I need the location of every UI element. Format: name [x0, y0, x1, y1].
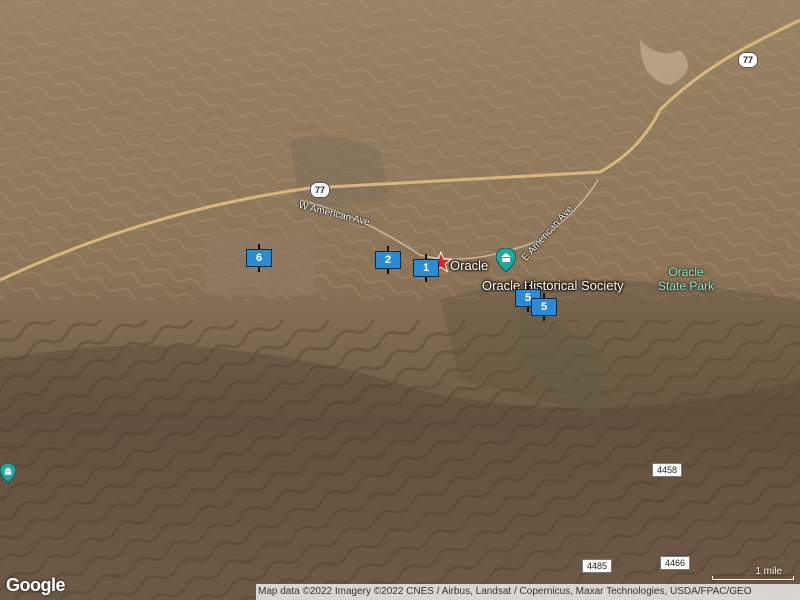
- route-4466-shield: 4466: [660, 556, 691, 570]
- highway-77-shield: 77: [310, 182, 330, 198]
- scale-bar-line: [712, 576, 794, 580]
- map-marker-1[interactable]: 1: [413, 254, 439, 282]
- map-marker-2[interactable]: 2: [375, 246, 401, 274]
- scale-bar[interactable]: 1 mile: [712, 566, 794, 582]
- park-label-line-2: State Park: [658, 279, 715, 293]
- map-marker-5b[interactable]: 5: [531, 293, 557, 321]
- marker-label: 1: [413, 259, 439, 277]
- google-logo: Google: [6, 575, 66, 595]
- marker-label: 6: [246, 249, 272, 267]
- highway-77-shield: 77: [738, 52, 758, 68]
- map-attribution: Map data ©2022 Imagery ©2022 CNES / Airb…: [256, 584, 800, 600]
- map-marker-6[interactable]: 6: [246, 244, 272, 272]
- museum-pin-icon[interactable]: [0, 461, 17, 490]
- route-4458-shield: 4458: [652, 463, 683, 477]
- route-4485-shield: 4485: [582, 559, 613, 573]
- museum-pin-icon[interactable]: [495, 247, 517, 277]
- marker-label: 2: [375, 251, 401, 269]
- marker-label: 5: [531, 298, 557, 316]
- park-label-line-1: Oracle: [668, 265, 704, 279]
- place-label-oracle: Oracle: [450, 258, 489, 273]
- map-canvas[interactable]: 77 77 W American Ave E American Ave 4458…: [0, 0, 800, 600]
- satellite-imagery: [0, 0, 800, 600]
- place-label-oracle-historical-society[interactable]: Oracle Historical Society: [482, 278, 624, 293]
- place-label-oracle-state-park[interactable]: Oracle State Park: [658, 265, 714, 293]
